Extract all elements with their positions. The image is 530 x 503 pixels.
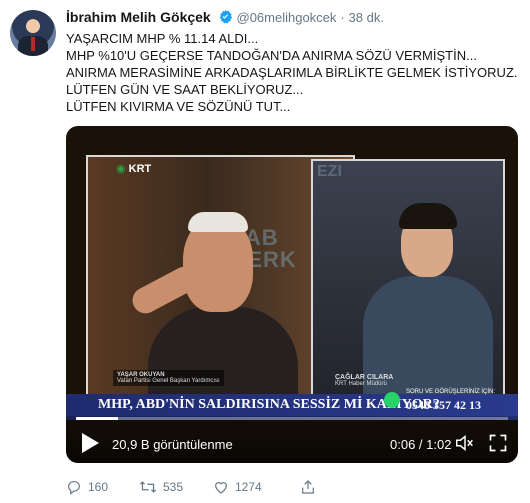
tweet-actions: 160 535 1274	[66, 479, 506, 497]
avatar[interactable]	[10, 10, 56, 56]
retweet-count: 535	[163, 480, 184, 494]
background-text-right: EZI	[317, 163, 342, 180]
ticker-contact-label: SORU VE GÖRÜŞLERİNİZ İÇİN:	[406, 389, 496, 395]
volume-icon[interactable]	[454, 432, 476, 459]
author-handle[interactable]: @06melihgokcek	[237, 10, 337, 25]
guest-right-caption: ÇAĞLAR CILARA KRT Haber Müdürü	[335, 374, 393, 387]
video-frame-right: EZI ÇAĞLAR CILARA KRT Haber Müdürü	[311, 159, 505, 408]
retweet-button[interactable]: 535	[139, 479, 183, 495]
guest-left-caption: YAŞAR OKUYAN Vatan Partisi Genel Başkan …	[113, 370, 224, 386]
ticker-phone: 0545 357 42 13	[406, 398, 481, 412]
tweet-timestamp[interactable]: 38 dk.	[349, 10, 384, 25]
play-icon[interactable]	[80, 432, 100, 459]
author-name[interactable]: İbrahim Melih Gökçek	[66, 9, 211, 25]
guest-right-name: ÇAĞLAR CILARA	[335, 374, 394, 381]
video-time: 0:06 / 1:02	[390, 437, 452, 452]
tweet-line: MHP %10'U GEÇERSE TANDOĞAN'DA ANIRMA SÖZ…	[66, 48, 477, 63]
video-progress-fill	[76, 417, 118, 420]
tweet-line: LÜTFEN GÜN VE SAAT BEKLİYORUZ...	[66, 82, 304, 97]
retweet-icon	[139, 479, 157, 495]
tweet-line: ANIRMA MERASİMİNE ARKADAŞLARIMLA BİRLİKT…	[66, 65, 518, 80]
share-button[interactable]	[300, 479, 316, 495]
guest-right-title: KRT Haber Müdürü	[335, 381, 387, 387]
guest-left-title: Vatan Partisi Genel Başkan Yardımcısı	[117, 378, 220, 384]
like-button[interactable]: 1274	[213, 479, 262, 495]
share-icon	[300, 479, 316, 495]
separator-dot: ·	[340, 10, 345, 25]
view-count: 20,9 B görüntülenme	[112, 437, 233, 452]
tweet-header: İbrahim Melih Gökçek @06melihgokcek · 38…	[66, 9, 384, 27]
like-count: 1274	[235, 480, 262, 494]
tweet-line: YAŞARCIM MHP % 11.14 ALDI...	[66, 31, 259, 46]
verified-badge-icon	[218, 9, 233, 27]
reply-button[interactable]: 160	[66, 479, 108, 495]
reply-icon	[66, 479, 82, 495]
channel-logo: ◉ KRT	[116, 163, 152, 175]
reply-count: 160	[88, 480, 109, 494]
whatsapp-icon	[384, 392, 400, 408]
video-progress-bar[interactable]	[76, 417, 508, 420]
tweet-text: YAŞARCIM MHP % 11.14 ALDI... MHP %10'U G…	[66, 30, 521, 115]
video-player[interactable]: HAB MERK YAŞAR OKUYAN Vatan Partisi Gene…	[66, 126, 518, 463]
heart-icon	[213, 479, 229, 495]
fullscreen-icon[interactable]	[488, 433, 508, 458]
tweet-line: LÜTFEN KIVIRMA VE SÖZÜNÜ TUT...	[66, 99, 291, 114]
